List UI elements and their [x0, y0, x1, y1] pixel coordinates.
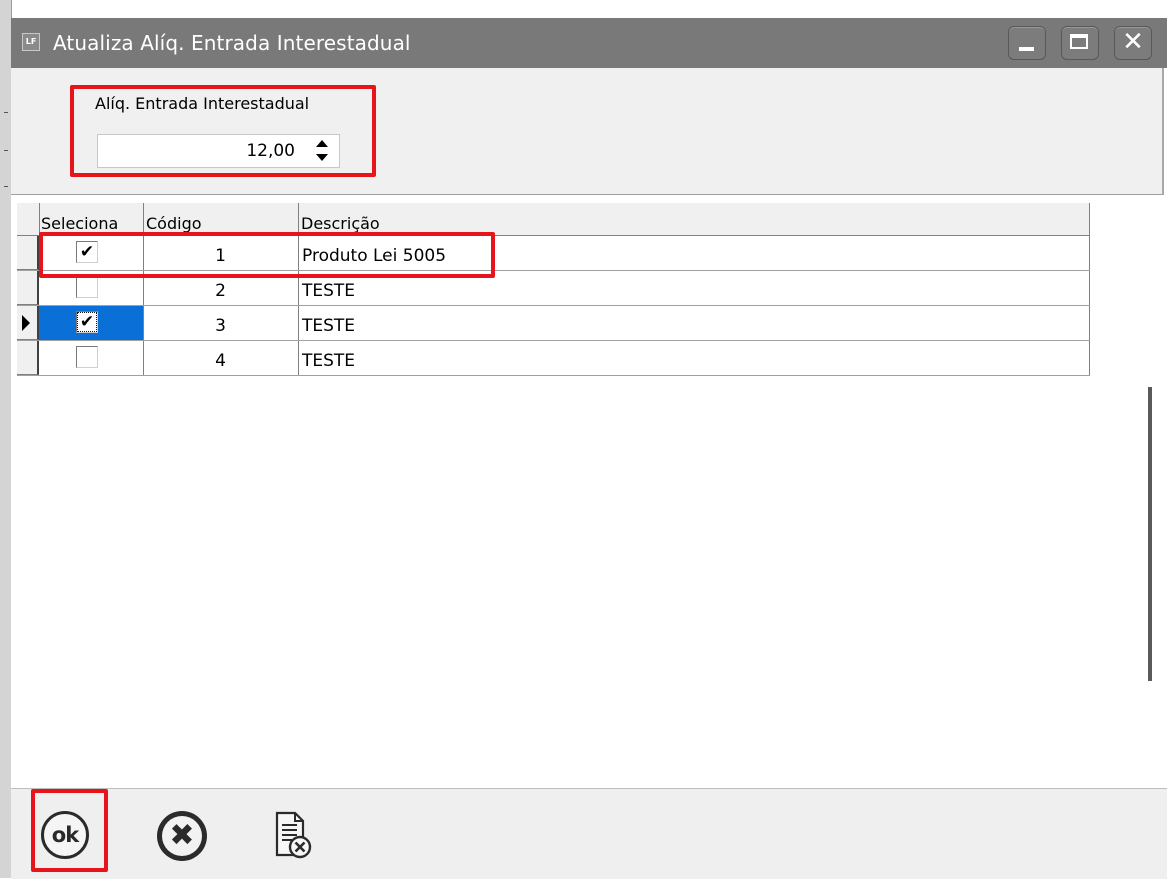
dialog-window: LF Atualiza Alíq. Entrada Interestadual … [0, 0, 1167, 879]
row-indicator[interactable] [17, 306, 39, 340]
filter-panel: Alíq. Entrada Interestadual 12,00 [11, 68, 1164, 195]
select-cell[interactable]: ✔ [39, 236, 143, 270]
grid-header: Seleciona Código Descrição [17, 203, 1090, 236]
description-cell[interactable]: TESTE [300, 341, 1082, 375]
spin-arrows[interactable] [315, 140, 329, 164]
code-cell[interactable]: 2 [143, 271, 298, 305]
select-checkbox[interactable]: ✔ [76, 241, 98, 263]
rate-spin-input[interactable]: 12,00 [97, 134, 340, 168]
bottom-toolbar: ok ✖ [11, 788, 1167, 879]
products-grid-area: Seleciona Código Descrição ✔ 1 Produto Lei… [11, 195, 1162, 788]
document-cancel-icon [275, 811, 312, 859]
row-indicator[interactable] [17, 271, 39, 305]
current-row-arrow-icon [22, 315, 30, 331]
app-icon: LF [22, 33, 40, 51]
description-cell[interactable]: TESTE [300, 271, 1082, 305]
spin-down-icon[interactable] [316, 154, 328, 161]
close-icon: ✕ [1122, 27, 1144, 57]
maximize-icon [1070, 34, 1088, 49]
minimize-button[interactable] [1008, 26, 1046, 60]
description-cell[interactable]: TESTE [300, 306, 1082, 340]
table-row[interactable]: ✔ 1 Produto Lei 5005 [17, 236, 1090, 271]
table-row[interactable]: 4 TESTE [17, 341, 1090, 376]
ok-label: ok [51, 823, 79, 847]
select-checkbox[interactable] [76, 276, 98, 298]
select-checkbox[interactable] [76, 346, 98, 368]
spin-up-icon[interactable] [316, 140, 328, 147]
maximize-button[interactable] [1061, 26, 1099, 60]
minimize-icon [1019, 47, 1034, 51]
vertical-scrollbar[interactable] [1148, 387, 1152, 681]
col-header-codigo[interactable]: Código [146, 203, 296, 235]
select-cell[interactable] [39, 341, 143, 375]
rate-value[interactable]: 12,00 [246, 141, 295, 161]
select-cell[interactable]: ✔ [39, 306, 143, 340]
document-cancel-button[interactable] [273, 809, 313, 863]
row-indicator[interactable] [17, 341, 39, 375]
title-bar[interactable]: LF Atualiza Alíq. Entrada Interestadual … [11, 18, 1167, 68]
window-title: Atualiza Alíq. Entrada Interestadual [53, 31, 411, 55]
code-cell[interactable]: 3 [143, 306, 298, 340]
row-indicator[interactable] [17, 236, 39, 270]
select-checkbox[interactable]: ✔ [76, 311, 98, 333]
col-header-seleciona[interactable]: Seleciona [41, 203, 143, 235]
code-cell[interactable]: 4 [143, 341, 298, 375]
col-header-descricao[interactable]: Descrição [301, 203, 501, 235]
cancel-button[interactable]: ✖ [157, 811, 207, 861]
description-cell[interactable]: Produto Lei 5005 [300, 236, 1082, 270]
ok-button[interactable]: ok [41, 811, 89, 859]
products-grid[interactable]: Seleciona Código Descrição ✔ 1 Produto Lei… [17, 203, 1090, 376]
rate-field-group: Alíq. Entrada Interestadual 12,00 [71, 86, 371, 176]
select-cell[interactable] [39, 271, 143, 305]
rate-field-label: Alíq. Entrada Interestadual [95, 94, 310, 113]
code-cell[interactable]: 1 [143, 236, 298, 270]
table-row[interactable]: 2 TESTE [17, 271, 1090, 306]
table-row[interactable]: ✔ 3 TESTE [17, 306, 1090, 341]
close-button[interactable]: ✕ [1114, 26, 1152, 60]
